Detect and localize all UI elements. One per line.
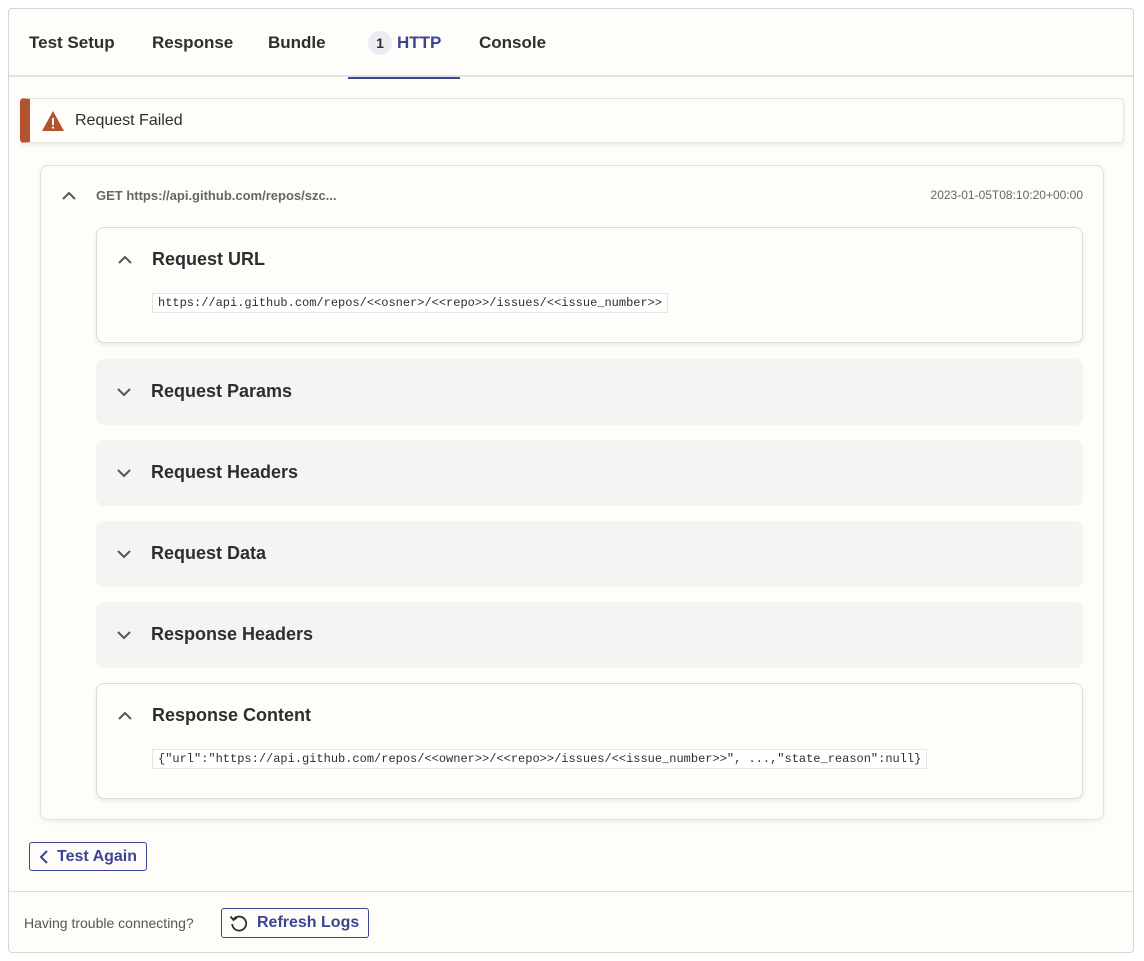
http-panel: Test Setup Response Bundle 1 HTTP Consol… bbox=[8, 8, 1134, 953]
response-content-value: {"url":"https://api.github.com/repos/<<o… bbox=[152, 749, 928, 769]
section-request-params[interactable]: Request Params bbox=[96, 359, 1083, 425]
chevron-down-icon[interactable] bbox=[116, 630, 132, 640]
warning-triangle-icon bbox=[42, 110, 64, 131]
section-title: Response Headers bbox=[151, 624, 314, 644]
chevron-up-icon[interactable] bbox=[117, 255, 133, 265]
request-failed-alert: Request Failed bbox=[20, 98, 1124, 143]
tab-console[interactable]: Console bbox=[479, 9, 546, 77]
alert-message: Request Failed bbox=[75, 111, 183, 129]
chevron-down-icon[interactable] bbox=[116, 549, 132, 559]
tab-response[interactable]: Response bbox=[152, 9, 233, 77]
request-summary: GET https://api.github.com/repos/szc... bbox=[96, 188, 337, 203]
request-timestamp: 2023-01-05T08:10:20+00:00 bbox=[930, 188, 1083, 202]
http-log-entry: GET https://api.github.com/repos/szc... … bbox=[40, 165, 1104, 820]
chevron-up-icon[interactable] bbox=[61, 191, 77, 201]
tab-bar: Test Setup Response Bundle 1 HTTP Consol… bbox=[9, 9, 1133, 79]
refresh-icon bbox=[229, 915, 248, 932]
section-title: Request Params bbox=[151, 381, 293, 401]
section-request-url: Request URL https://api.github.com/repos… bbox=[96, 227, 1083, 343]
tab-label: Test Setup bbox=[29, 33, 115, 52]
chevron-down-icon[interactable] bbox=[116, 387, 132, 397]
section-response-content: Response Content {"url":"https://api.git… bbox=[96, 683, 1083, 799]
refresh-logs-button[interactable]: Refresh Logs bbox=[221, 908, 370, 938]
log-entry-header[interactable]: GET https://api.github.com/repos/szc... … bbox=[41, 166, 1103, 226]
footer: Having trouble connecting? Refresh Logs bbox=[9, 891, 1133, 953]
test-again-label: Test Again bbox=[57, 847, 138, 865]
tab-bundle[interactable]: Bundle bbox=[268, 9, 326, 77]
chevron-left-icon bbox=[39, 849, 48, 864]
tab-http[interactable]: 1 HTTP bbox=[348, 9, 460, 79]
tab-test-setup[interactable]: Test Setup bbox=[29, 9, 115, 77]
section-title: Request Data bbox=[151, 543, 267, 563]
tab-count-badge: 1 bbox=[368, 31, 392, 55]
tab-label: Response bbox=[152, 33, 234, 52]
section-title[interactable]: Request URL bbox=[152, 249, 265, 270]
section-response-headers[interactable]: Response Headers bbox=[96, 602, 1083, 668]
section-title: Request Headers bbox=[151, 462, 299, 482]
section-request-data[interactable]: Request Data bbox=[96, 521, 1083, 587]
test-again-button[interactable]: Test Again bbox=[29, 842, 148, 871]
tab-label: HTTP bbox=[397, 33, 442, 52]
help-text: Having trouble connecting? bbox=[24, 915, 194, 931]
chevron-up-icon[interactable] bbox=[117, 711, 133, 721]
tab-label: Console bbox=[479, 33, 547, 52]
request-url-value: https://api.github.com/repos/<<osner>/<<… bbox=[152, 293, 669, 313]
section-title[interactable]: Response Content bbox=[152, 705, 311, 726]
section-request-headers[interactable]: Request Headers bbox=[96, 440, 1083, 506]
refresh-logs-label: Refresh Logs bbox=[257, 914, 360, 931]
chevron-down-icon[interactable] bbox=[116, 468, 132, 478]
tab-label: Bundle bbox=[268, 33, 326, 52]
